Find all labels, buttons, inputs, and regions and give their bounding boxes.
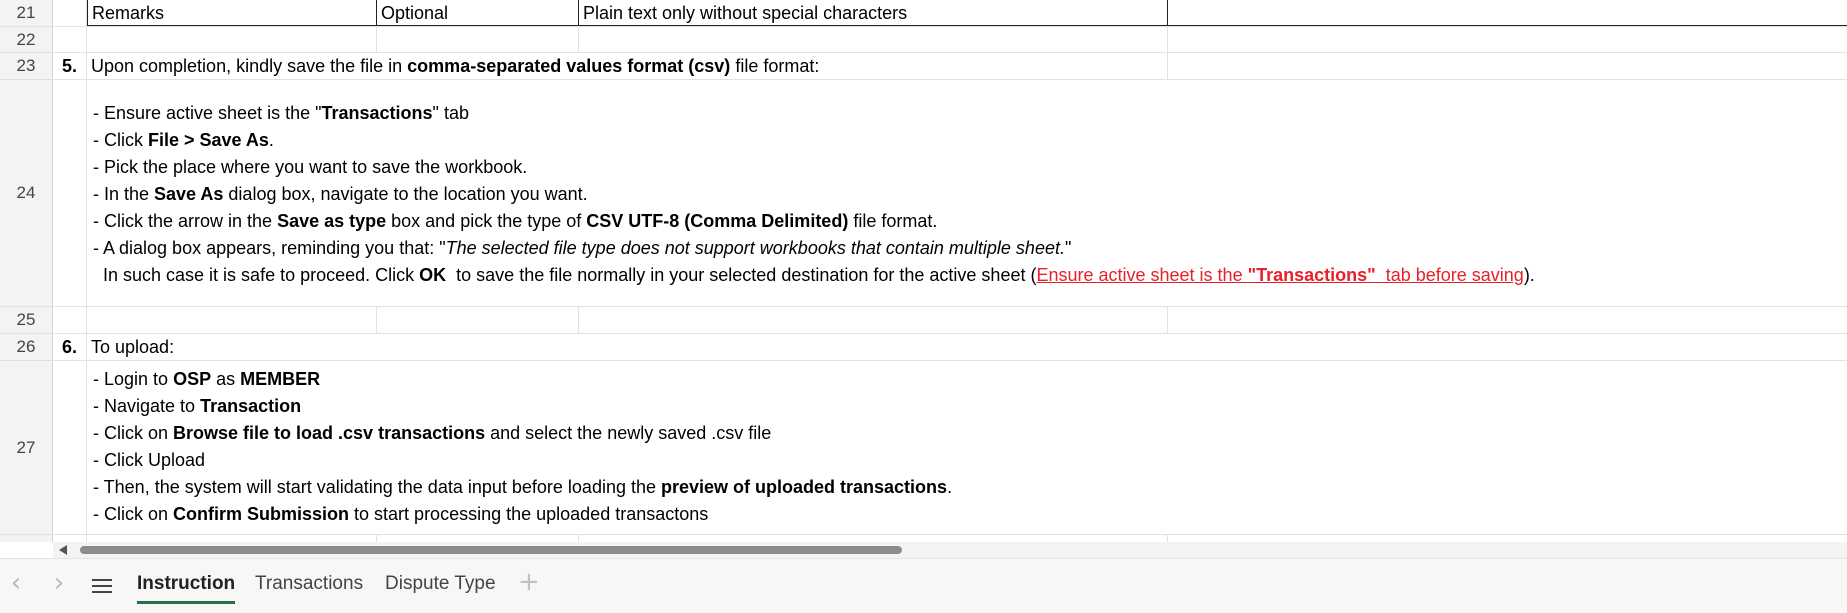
step-5-post: file format:	[730, 56, 820, 76]
step-6-text[interactable]: To upload:	[91, 334, 174, 361]
row-header-25[interactable]: 25	[0, 307, 53, 333]
gridline	[376, 535, 377, 542]
row-23[interactable]: 23 5. Upon completion, kindly save the f…	[0, 53, 1847, 80]
save-line-4: - In the Save As dialog box, navigate to…	[93, 184, 588, 204]
step-number-5[interactable]: 5.	[53, 53, 87, 79]
gridline	[578, 307, 579, 333]
tab-transactions[interactable]: Transactions	[255, 571, 363, 601]
scroll-left-arrow-icon[interactable]	[59, 545, 67, 555]
row-25[interactable]: 25	[0, 307, 1847, 334]
row-header-28[interactable]: 28	[0, 535, 53, 542]
horizontal-scrollbar[interactable]	[53, 542, 1847, 558]
row-header-26[interactable]: 26	[0, 334, 53, 360]
upload-line-2: - Navigate to Transaction	[93, 396, 302, 416]
row-header-24[interactable]: 24	[0, 80, 53, 306]
prev-sheet-chevron-icon[interactable]: ‹	[3, 570, 29, 597]
gridline	[1167, 535, 1168, 542]
cell-a22[interactable]	[53, 27, 87, 52]
save-line-7: In such case it is safe to proceed. Clic…	[93, 265, 1535, 285]
cell-a21[interactable]	[53, 0, 87, 26]
tab-instruction[interactable]: Instruction	[137, 571, 236, 604]
save-line-2: - Click File > Save As.	[93, 130, 274, 150]
row-21[interactable]: 21 Remarks Optional Plain text only with…	[0, 0, 1847, 27]
scrollbar-thumb[interactable]	[80, 546, 902, 554]
upload-instructions[interactable]: - Login to OSP as MEMBER - Navigate to T…	[93, 366, 952, 528]
upload-line-4: - Click Upload	[93, 450, 206, 470]
upload-line-1: - Login to OSP as MEMBER	[93, 369, 321, 389]
row-header-21[interactable]: 21	[0, 0, 53, 26]
add-sheet-icon[interactable]: +	[518, 567, 540, 597]
save-warning: Ensure active sheet is the "Transactions…	[1036, 265, 1524, 285]
spreadsheet-grid[interactable]: 21 Remarks Optional Plain text only with…	[0, 0, 1847, 542]
row-header-27[interactable]: 27	[0, 361, 53, 534]
save-line-3: - Pick the place where you want to save …	[93, 157, 528, 177]
cell-remarks[interactable]: Remarks	[87, 0, 376, 26]
step-5-pre: Upon completion, kindly save the file in	[91, 56, 408, 76]
row-header-22[interactable]: 22	[0, 27, 53, 52]
step-number-6[interactable]: 6.	[53, 334, 87, 360]
cell-optional[interactable]: Optional	[376, 0, 578, 26]
upload-line-6: - Click on Confirm Submission to start p…	[93, 504, 709, 524]
gridline	[1167, 27, 1168, 52]
save-line-1: - Ensure active sheet is the "Transactio…	[93, 103, 469, 123]
row-26[interactable]: 26 6. To upload:	[0, 334, 1847, 361]
next-sheet-chevron-icon[interactable]: ›	[46, 570, 72, 597]
cell-a25[interactable]	[53, 307, 87, 333]
gridline	[578, 27, 579, 52]
save-line-5: - Click the arrow in the Save as type bo…	[93, 211, 938, 231]
cell-empty-21[interactable]	[1167, 0, 1847, 26]
gridline	[1167, 53, 1168, 79]
tab-dispute-type[interactable]: Dispute Type	[385, 571, 496, 601]
upload-line-5: - Then, the system will start validating…	[93, 477, 953, 497]
upload-line-3: - Click on Browse file to load .csv tran…	[93, 423, 772, 443]
sheet-tab-bar: ‹ › Instruction Transactions Dispute Typ…	[0, 558, 1847, 613]
save-instructions[interactable]: - Ensure active sheet is the "Transactio…	[93, 100, 1535, 289]
row-header-23[interactable]: 23	[0, 53, 53, 79]
cell-a27[interactable]	[53, 361, 87, 534]
gridline	[376, 27, 377, 52]
step-5-text[interactable]: Upon completion, kindly save the file in…	[91, 53, 819, 80]
step-5-bold: comma-separated values format (csv)	[407, 56, 731, 76]
row-22[interactable]: 22	[0, 27, 1847, 53]
gridline	[376, 307, 377, 333]
cell-a24[interactable]	[53, 80, 87, 306]
all-sheets-menu-icon[interactable]	[92, 579, 112, 597]
gridline	[1167, 307, 1168, 333]
cell-a28[interactable]	[53, 535, 87, 542]
row-27[interactable]: 27 - Login to OSP as MEMBER - Navigate t…	[0, 361, 1847, 535]
gridline	[578, 535, 579, 542]
save-line-6: - A dialog box appears, reminding you th…	[93, 238, 1072, 258]
row-28[interactable]: 28	[0, 535, 1847, 542]
row-24[interactable]: 24 - Ensure active sheet is the "Transac…	[0, 80, 1847, 307]
cell-remarks-rule[interactable]: Plain text only without special characte…	[578, 0, 1167, 26]
